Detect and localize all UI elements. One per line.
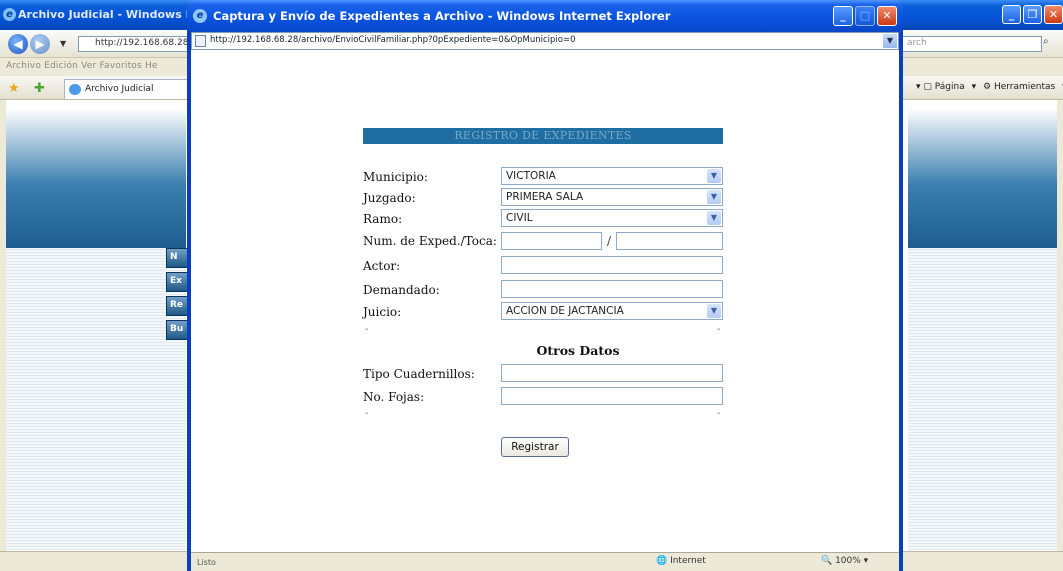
tab-archivo-judicial[interactable]: Archivo Judicial [64, 79, 190, 99]
municipio-label: Municipio: [363, 170, 428, 184]
registrar-button[interactable]: Registrar [501, 437, 569, 457]
maximize-icon[interactable]: ❐ [1023, 5, 1042, 24]
left-decorative-panel [6, 108, 186, 550]
actor-label: Actor: [363, 259, 401, 273]
demandado-input[interactable] [501, 280, 723, 298]
ie-icon: e [193, 9, 207, 23]
popup-title-bar[interactable]: e Captura y Envío de Expedientes a Archi… [187, 0, 903, 32]
popup-window-title: Captura y Envío de Expedientes a Archivo… [213, 9, 671, 23]
ramo-value: CIVIL [506, 212, 533, 224]
add-favorites-icon[interactable]: ✚ [34, 81, 45, 96]
expediente-label: Num. de Exped./Toca: [363, 234, 497, 248]
command-bar: ▾ ▢ Página ▾ ⚙ Herramientas ▾ [916, 82, 1063, 92]
chevron-down-icon[interactable]: ▼ [707, 169, 721, 183]
chevron-down-icon[interactable]: ▼ [707, 211, 721, 225]
close-icon[interactable]: ✕ [877, 6, 897, 26]
nav-item-3[interactable]: Re [166, 296, 188, 316]
nav-item-2[interactable]: Ex [166, 272, 188, 292]
juicio-label: Juicio: [363, 305, 402, 319]
divider-dash-left: - [365, 408, 369, 419]
divider-dash-left: - [365, 324, 369, 335]
chevron-down-icon[interactable]: ▼ [883, 34, 897, 48]
tools-menu-button[interactable]: ⚙ Herramientas ▾ [983, 82, 1063, 92]
nav-item-1[interactable]: N [166, 248, 188, 268]
chevron-down-icon[interactable]: ▼ [707, 190, 721, 204]
actor-input[interactable] [501, 256, 723, 274]
close-icon[interactable]: ✕ [1044, 5, 1063, 24]
expediente-separator: / [607, 234, 612, 248]
zoom-level[interactable]: 🔍 100% ▾ [821, 556, 868, 566]
tipo-cuadernillos-input[interactable] [501, 364, 723, 382]
juicio-select[interactable]: ACCION DE JACTANCIA ▼ [501, 302, 723, 320]
favorites-star-icon[interactable]: ★ [8, 81, 20, 96]
municipio-value: VICTORIA [506, 170, 556, 182]
background-window-title: Archivo Judicial - Windows Inte [18, 8, 211, 21]
popup-window: e Captura y Envío de Expedientes a Archi… [187, 0, 903, 571]
juicio-value: ACCION DE JACTANCIA [506, 305, 624, 317]
ie-icon: e [3, 8, 16, 21]
background-menu-bar[interactable]: Archivo Edición Ver Favoritos He [0, 58, 190, 76]
minimize-icon[interactable]: _ [833, 6, 853, 26]
juzgado-label: Juzgado: [363, 191, 416, 205]
popup-address-bar[interactable]: http://192.168.68.28/archivo/EnvioCivilF… [191, 32, 899, 50]
ramo-label: Ramo: [363, 212, 403, 226]
no-fojas-input[interactable] [501, 387, 723, 405]
right-banner [908, 108, 1057, 248]
demandado-label: Demandado: [363, 283, 440, 297]
status-text: Listo [197, 558, 216, 567]
back-arrow-icon[interactable]: ◀ [8, 34, 28, 54]
tab-label: Archivo Judicial [85, 84, 154, 94]
divider-dash-right: - [717, 408, 721, 419]
background-url-field[interactable]: http://192.168.68.28/ [78, 36, 188, 52]
expediente-year-input[interactable] [616, 232, 723, 250]
popup-url[interactable]: http://192.168.68.28/archivo/EnvioCivilF… [210, 35, 576, 45]
expediente-number-input[interactable] [501, 232, 602, 250]
ramo-select[interactable]: CIVIL ▼ [501, 209, 723, 227]
minimize-icon[interactable]: _ [1002, 5, 1021, 24]
divider-dash-right: - [717, 324, 721, 335]
popup-status-bar: Listo 🌐 Internet 🔍 100% ▾ [191, 552, 899, 571]
page-icon [195, 35, 206, 47]
popup-content: REGISTRO DE EXPEDIENTES Municipio: VICTO… [191, 50, 899, 552]
page-favicon-icon [69, 84, 81, 95]
form-heading: REGISTRO DE EXPEDIENTES [363, 128, 723, 144]
juzgado-select[interactable]: PRIMERA SALA ▼ [501, 188, 723, 206]
left-banner [6, 108, 186, 248]
search-icon[interactable]: ⌕ [1043, 36, 1049, 47]
right-decorative-panel [908, 108, 1057, 550]
history-dropdown-icon[interactable]: ▼ [60, 39, 66, 48]
otros-datos-title: Otros Datos [536, 343, 620, 358]
maximize-icon[interactable]: □ [855, 6, 875, 26]
search-input[interactable]: arch [902, 36, 1042, 52]
security-zone: 🌐 Internet [656, 556, 706, 566]
forward-arrow-icon[interactable]: ▶ [30, 34, 50, 54]
no-fojas-label: No. Fojas: [363, 390, 425, 404]
juzgado-value: PRIMERA SALA [506, 191, 584, 203]
tipo-cuadernillos-label: Tipo Cuadernillos: [363, 367, 475, 381]
municipio-select[interactable]: VICTORIA ▼ [501, 167, 723, 185]
page-menu-button[interactable]: ▾ ▢ Página ▾ [916, 82, 976, 92]
nav-item-4[interactable]: Bu [166, 320, 188, 340]
chevron-down-icon[interactable]: ▼ [707, 304, 721, 318]
